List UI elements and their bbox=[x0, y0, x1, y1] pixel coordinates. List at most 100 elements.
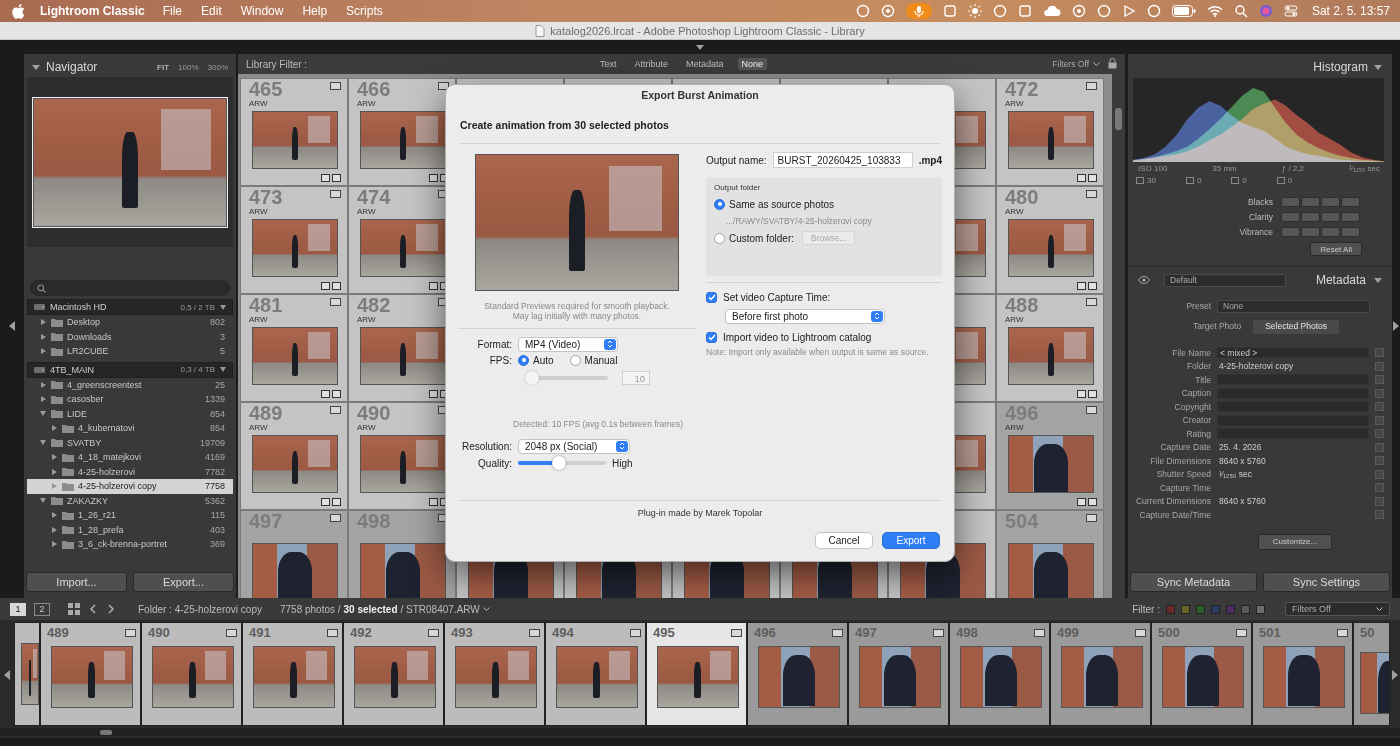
microphone-icon[interactable] bbox=[906, 3, 932, 19]
expand-arrow-icon[interactable] bbox=[220, 305, 226, 310]
folder-row[interactable]: 4_18_matejkovi4169 bbox=[27, 450, 233, 465]
filmstrip-right[interactable] bbox=[1390, 622, 1400, 728]
field-value[interactable] bbox=[1217, 374, 1369, 385]
folder-row[interactable]: Downloads3 bbox=[27, 330, 233, 345]
color-label-filter[interactable] bbox=[1181, 605, 1190, 614]
filter-tab[interactable]: Attribute bbox=[630, 58, 672, 70]
right-edge[interactable] bbox=[1392, 54, 1400, 598]
disclosure-arrow[interactable] bbox=[39, 381, 47, 389]
source-path[interactable]: Folder : 4-25-holzerovi copy bbox=[138, 604, 262, 615]
preset-value[interactable]: None bbox=[1223, 301, 1243, 311]
adjust-button[interactable] bbox=[1301, 197, 1320, 207]
clock[interactable]: Sat 2. 5. 13:57 bbox=[1312, 4, 1390, 18]
field-value[interactable] bbox=[1217, 428, 1369, 439]
radio-button[interactable] bbox=[714, 199, 725, 210]
disclosure-arrow[interactable] bbox=[39, 333, 47, 341]
field-action-button[interactable] bbox=[1375, 375, 1384, 384]
grid-cell[interactable]: 481ARW bbox=[240, 294, 348, 402]
metadata-header[interactable]: DefaultMetadata bbox=[1128, 272, 1392, 288]
field-action-button[interactable] bbox=[1375, 362, 1384, 371]
grid-view-icon[interactable] bbox=[68, 603, 80, 615]
adjust-button[interactable] bbox=[1281, 212, 1300, 222]
folder-row[interactable]: 1_26_r21115 bbox=[27, 508, 233, 523]
grid-cell[interactable]: 472ARW bbox=[996, 78, 1104, 186]
grid-cell[interactable]: 465ARW bbox=[240, 78, 348, 186]
grid-cell[interactable]: 504 bbox=[996, 510, 1104, 598]
menu-item[interactable]: File bbox=[163, 4, 182, 18]
option-label[interactable]: Same as source photos bbox=[729, 199, 834, 210]
collapse-arrow-icon[interactable] bbox=[9, 321, 15, 331]
target-option[interactable]: Target Photo bbox=[1181, 320, 1253, 334]
expand-arrow-icon[interactable] bbox=[220, 367, 226, 372]
filmstrip-cell[interactable]: 491 bbox=[242, 622, 343, 726]
filter-tab[interactable]: None bbox=[738, 58, 768, 70]
grid-cell[interactable]: 482ARW bbox=[348, 294, 456, 402]
battery-icon[interactable] bbox=[1172, 3, 1196, 19]
filmstrip-left[interactable] bbox=[0, 622, 14, 728]
reset-all-button[interactable]: Reset All bbox=[1310, 242, 1362, 256]
folder-row[interactable]: 4-25-holzerovi7782 bbox=[27, 465, 233, 480]
filter-preset-value[interactable]: Filters Off bbox=[1052, 59, 1089, 69]
adjust-button[interactable] bbox=[1301, 227, 1320, 237]
collapse-arrow-icon[interactable] bbox=[1393, 321, 1399, 331]
collapse-arrow-icon[interactable] bbox=[696, 45, 704, 50]
import-row[interactable]: Import video to Lightroom catalog bbox=[706, 330, 942, 344]
disclosure-arrow-icon[interactable] bbox=[41, 334, 46, 340]
export-button[interactable]: Export... bbox=[133, 572, 234, 592]
volume-header[interactable]: 4TB_MAIN0,3 / 4 TB bbox=[27, 362, 233, 378]
filter-tab[interactable]: Text bbox=[596, 58, 621, 70]
menu-item[interactable]: Edit bbox=[201, 4, 222, 18]
filter-tab[interactable]: Metadata bbox=[682, 58, 728, 70]
resolution-dropdown[interactable]: 2048 px (Social) bbox=[518, 439, 630, 454]
filmstrip-cell[interactable]: 489 bbox=[40, 622, 141, 726]
filmstrip-cell[interactable] bbox=[14, 622, 40, 726]
zoom-option[interactable]: FIT bbox=[157, 63, 169, 72]
metadata-preset-set[interactable]: Default bbox=[1164, 274, 1286, 287]
option-label[interactable]: Custom folder: bbox=[729, 233, 794, 244]
adjust-button[interactable] bbox=[1321, 197, 1340, 207]
field-action-button[interactable] bbox=[1375, 443, 1384, 452]
siri-icon[interactable] bbox=[1259, 3, 1273, 19]
preset-dropdown[interactable]: None bbox=[1217, 300, 1370, 313]
folder-option[interactable]: Same as source photos bbox=[714, 196, 934, 212]
color-label-filter[interactable] bbox=[1166, 605, 1175, 614]
adjust-button[interactable] bbox=[1321, 212, 1340, 222]
expand-arrow-icon[interactable] bbox=[1374, 65, 1382, 70]
document-icon[interactable] bbox=[943, 3, 957, 19]
back-arrow-icon[interactable] bbox=[88, 604, 98, 614]
fps-option[interactable]: Manual bbox=[570, 355, 618, 366]
forward-arrow-icon[interactable] bbox=[106, 604, 116, 614]
popup-value[interactable]: MP4 (Video) bbox=[525, 339, 580, 350]
volume-header[interactable]: Macintosh HD0,5 / 2 TB bbox=[27, 299, 233, 315]
popup-arrows-icon[interactable] bbox=[604, 339, 616, 350]
color-label-filter[interactable] bbox=[1241, 605, 1250, 614]
radio-button[interactable] bbox=[570, 355, 581, 366]
field-action-button[interactable] bbox=[1375, 456, 1384, 465]
disclosure-arrow[interactable] bbox=[50, 526, 58, 534]
focus-icon[interactable] bbox=[856, 3, 870, 19]
folder-row[interactable]: LR2CUBE5 bbox=[27, 344, 233, 359]
window-view-button[interactable]: 1 bbox=[10, 603, 26, 616]
selection-status[interactable]: 7758 photos /30 selected/ STR08407.ARW bbox=[280, 604, 490, 615]
fps-option[interactable]: Auto bbox=[518, 355, 554, 366]
filmstrip-cell[interactable]: 492 bbox=[343, 622, 444, 726]
histogram-header[interactable]: Histogram bbox=[1128, 57, 1392, 77]
filter-preset[interactable]: Filters Off bbox=[1052, 59, 1100, 69]
popup-value[interactable]: 2048 px (Social) bbox=[525, 441, 597, 452]
menu-item[interactable]: Window bbox=[241, 4, 284, 18]
filmstrip-cell[interactable]: 493 bbox=[444, 622, 545, 726]
left-edge[interactable] bbox=[0, 54, 24, 598]
status-icon[interactable] bbox=[993, 3, 1007, 19]
scroll-thumb[interactable] bbox=[100, 730, 112, 735]
grid-cell[interactable]: 490ARW bbox=[348, 402, 456, 510]
import-button[interactable]: Import... bbox=[26, 572, 127, 592]
disclosure-arrow-icon[interactable] bbox=[40, 440, 46, 445]
grid-cell[interactable]: 496ARW bbox=[996, 402, 1104, 510]
notion-icon[interactable] bbox=[1018, 3, 1032, 19]
lock-icon[interactable] bbox=[1108, 58, 1117, 71]
option-label[interactable]: Auto bbox=[533, 355, 554, 366]
dropdown-icon[interactable] bbox=[1376, 604, 1383, 614]
top-panel-toggle[interactable] bbox=[0, 40, 1400, 54]
sync-metadata-button[interactable]: Sync Metadata bbox=[1130, 572, 1257, 592]
folder-row[interactable]: ZAKAZKY5362 bbox=[27, 494, 233, 509]
